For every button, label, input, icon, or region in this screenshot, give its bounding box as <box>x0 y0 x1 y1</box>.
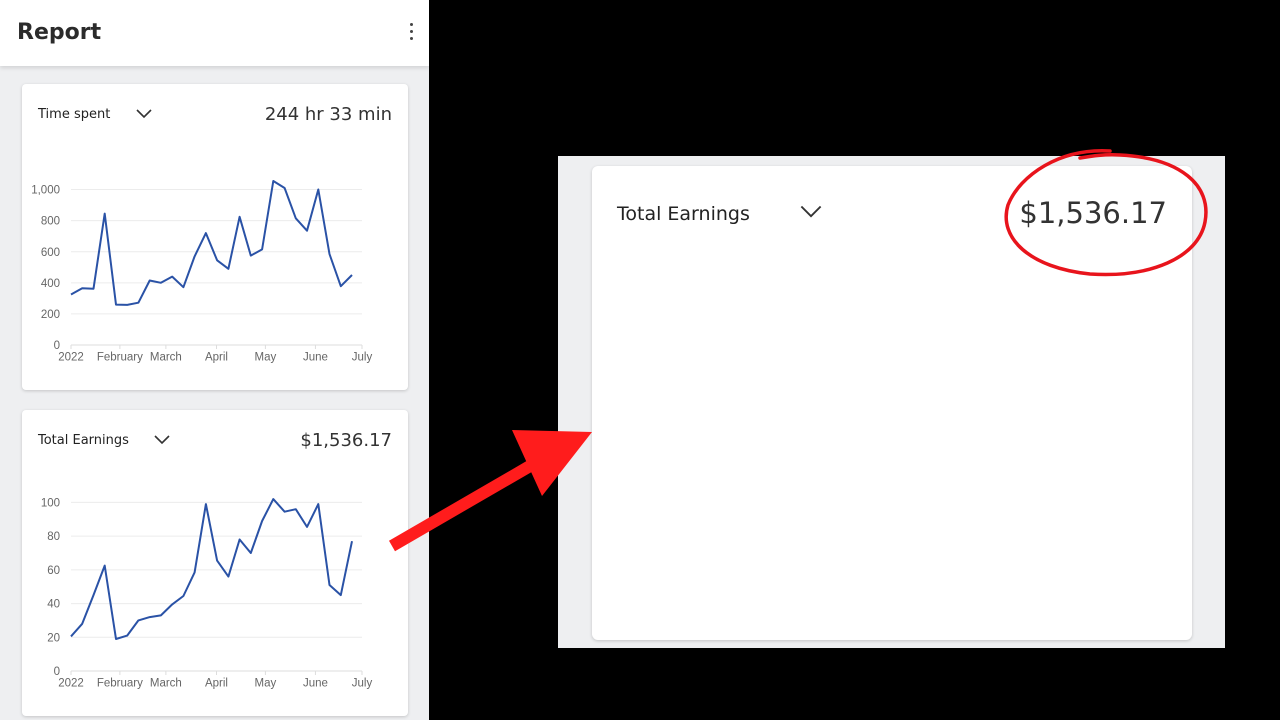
y-tick-label: 800 <box>41 216 60 228</box>
y-tick-label: 0 <box>54 666 60 678</box>
total-earnings-card: Total Earnings $1,536.17 0 20 40 60 80 100 202… <box>22 410 408 716</box>
x-tick-label: June <box>303 352 328 364</box>
x-tick-label: March <box>150 352 182 364</box>
y-tick-label: 1,000 <box>31 185 60 197</box>
x-tick-label: June <box>303 678 328 690</box>
x-tick-label: March <box>150 678 182 690</box>
x-tick-label: May <box>255 352 277 364</box>
y-tick-label: 40 <box>47 599 60 611</box>
zoomed-screenshot: Total Earnings $1,536.17 <box>558 156 1225 648</box>
series-line <box>70 180 353 306</box>
x-tick-label: July <box>352 352 373 364</box>
y-tick-label: 20 <box>47 632 60 644</box>
page-title: Report <box>17 20 102 45</box>
y-tick-label: 400 <box>41 278 60 290</box>
time-spent-card: Time spent 244 hr 33 min 0 200 400 600 800 1,… <box>22 84 408 390</box>
x-tick-label: April <box>205 678 228 690</box>
total-earnings-chart: 0 20 40 60 80 100 2022 February March April May Jun… <box>41 497 373 690</box>
x-tick-label: February <box>97 352 143 364</box>
y-tick-label: 60 <box>47 565 60 577</box>
x-tick-label: 2022 <box>58 678 84 690</box>
y-tick-label: 600 <box>41 247 60 259</box>
x-tick-label: 2022 <box>58 352 84 364</box>
y-tick-label: 80 <box>47 531 60 543</box>
series-line <box>70 498 353 640</box>
phone-screen: Report Time spent 244 hr 33 min 0 200 400 6… <box>0 0 429 720</box>
x-tick-label: February <box>97 678 143 690</box>
x-tick-label: May <box>255 678 277 690</box>
x-tick-label: April <box>205 352 228 364</box>
y-tick-label: 200 <box>41 309 60 321</box>
more-vertical-icon[interactable] <box>407 20 415 46</box>
y-tick-label: 0 <box>54 340 60 352</box>
zoomed-earnings-chart <box>592 166 1192 640</box>
time-spent-chart: 0 200 400 600 800 1,000 2022 February March April… <box>31 180 373 364</box>
zoomed-earnings-card: Total Earnings $1,536.17 <box>592 166 1192 640</box>
x-tick-label: July <box>352 678 373 690</box>
y-tick-label: 100 <box>41 497 60 509</box>
app-bar: Report <box>0 0 429 66</box>
